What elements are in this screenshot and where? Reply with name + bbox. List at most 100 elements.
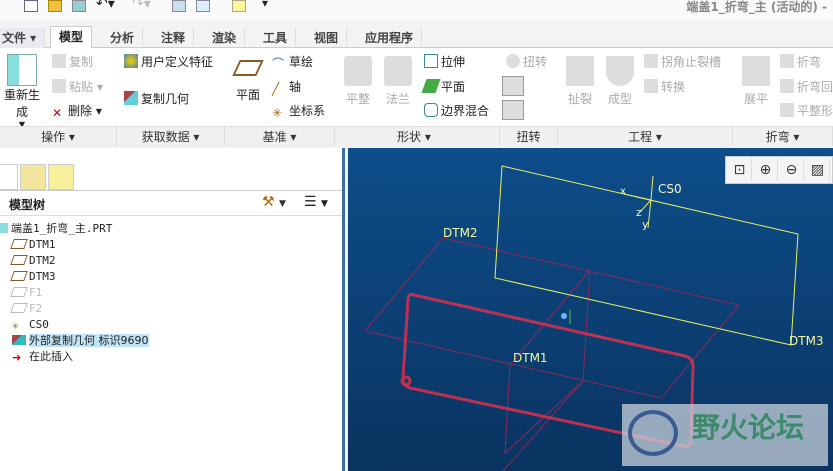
tree-item-dtm2[interactable]: DTM2 (10, 253, 56, 269)
csys-button[interactable]: ✳ 坐标系 (272, 103, 325, 120)
window-title: 端盖1_折弯_主 (活动的) - (686, 0, 827, 14)
tab-applications[interactable]: 应用程序 (357, 28, 423, 48)
twist-icon (506, 54, 520, 68)
dtm2-label: DTM2 (443, 226, 478, 240)
model-tree-tab-icon[interactable] (0, 164, 18, 190)
watermark-logo-icon (628, 410, 678, 456)
model-tree-header: 模型树 ⚒ ▼ ☰ ▼ (0, 190, 342, 216)
tab-file[interactable]: 文件 ▾ (0, 28, 46, 48)
group-twist: 扭转 (500, 126, 558, 146)
flange-icon (384, 56, 412, 86)
flat-wall-button[interactable]: 平整 (340, 56, 376, 107)
plane-icon (232, 60, 264, 76)
show-options-icon[interactable]: ☰ ▼ (304, 194, 328, 210)
twist-tool-1-icon[interactable] (502, 76, 524, 96)
regenerate-icon (7, 54, 37, 86)
tree-item-f2[interactable]: F2 (10, 301, 42, 317)
graphics-window[interactable]: CS0 x z y DTM2 DTM1 DTM3 ⊡ ⊕ ⊖ ▨ 野火论坛 ww… (348, 148, 833, 471)
zoom-out-icon[interactable]: ⊖ (780, 159, 804, 181)
zoom-in-icon[interactable]: ⊕ (754, 159, 778, 181)
flatten-form-button[interactable]: 平整形 (780, 103, 833, 119)
tree-item-dtm1[interactable]: DTM1 (10, 237, 56, 253)
copy-geometry-icon (12, 335, 26, 345)
axis-button[interactable]: ╱ 轴 (272, 79, 301, 96)
tab-tools[interactable]: 工具 (255, 28, 297, 48)
tree-item-part[interactable]: 端盖1_折弯_主.PRT (0, 221, 112, 237)
tab-annotate[interactable]: 注释 (153, 28, 195, 48)
group-operations[interactable]: 操作 ▾ (0, 126, 117, 146)
flat-wall-icon (344, 56, 372, 86)
group-engineering[interactable]: 工程 ▾ (558, 126, 733, 146)
refit-icon[interactable]: ⊡ (728, 159, 752, 181)
rip-icon (566, 56, 594, 86)
unbend-button[interactable]: 展平 (738, 56, 774, 107)
tree-item-cs0[interactable]: ✳ CS0 (12, 317, 49, 333)
dtm1-label: DTM1 (513, 351, 548, 365)
folder-browser-tab-icon[interactable] (20, 164, 46, 190)
close-window-icon[interactable] (232, 0, 246, 12)
tab-analysis[interactable]: 分析 (102, 28, 144, 48)
sketch-button[interactable]: ⌒ 草绘 (272, 54, 313, 71)
convert-button[interactable]: 转换 (644, 79, 685, 95)
udf-button[interactable]: 用户定义特征 (124, 54, 213, 70)
datum-plane-icon (10, 271, 28, 281)
copy-geometry-icon (124, 91, 138, 105)
favorites-tab-icon[interactable] (48, 164, 74, 190)
customize-qat-icon[interactable]: ▾ (262, 0, 268, 10)
tab-render[interactable]: 渲染 (204, 28, 246, 48)
part-icon (0, 223, 8, 233)
redo-icon[interactable]: ↷▾ (132, 0, 151, 12)
copy-geometry-button[interactable]: 复制几何 (124, 91, 189, 107)
twist-tool-2-icon[interactable] (502, 100, 524, 120)
hidden-plane-icon (10, 303, 28, 313)
sketch-icon: ⌒ (272, 57, 285, 71)
twist-button[interactable]: 扭转 (506, 54, 547, 70)
delete-button[interactable]: ✕ 删除 ▾ (52, 103, 102, 120)
extrude-icon (424, 54, 438, 68)
x-axis-label: x (620, 186, 626, 197)
unbend-icon (742, 56, 770, 86)
undo-icon[interactable]: ↶▾ (96, 0, 115, 12)
save-icon[interactable] (72, 0, 86, 12)
datum-plane-icon (10, 239, 28, 249)
form-icon (606, 56, 634, 86)
insert-arrow-icon: ➜ (12, 351, 22, 364)
dtm3-label: DTM3 (789, 334, 824, 348)
flange-button[interactable]: 法兰 (380, 56, 416, 107)
bend-back-button[interactable]: 折弯回 (780, 79, 833, 95)
planar-button[interactable]: 平面 (421, 79, 465, 95)
tree-item-dtm3[interactable]: DTM3 (10, 269, 56, 285)
extrude-button[interactable]: 拉伸 (424, 54, 465, 70)
repaint-icon[interactable]: ▨ (806, 159, 830, 181)
convert-icon (644, 79, 658, 93)
bend-button[interactable]: 折弯 (780, 54, 821, 70)
tree-item-insert-here[interactable]: ➜ 在此插入 (12, 349, 73, 365)
tree-item-external-copy-geom[interactable]: 外部复制几何 标识9690 (12, 333, 149, 349)
dtm2-plane (364, 237, 740, 399)
settings-tools-icon[interactable]: ⚒ ▼ (262, 194, 286, 210)
group-shapes[interactable]: 形状 ▾ (335, 126, 500, 146)
paste-button[interactable]: 粘贴 ▾ (52, 79, 103, 95)
datum-plane-button[interactable]: 平面 (228, 56, 268, 103)
group-get-data[interactable]: 获取数据 ▾ (117, 126, 225, 146)
boundary-blend-button[interactable]: 边界混合 (424, 103, 489, 119)
group-datum[interactable]: 基准 ▾ (225, 126, 335, 146)
rip-button[interactable]: 扯裂 (562, 56, 598, 107)
form-button[interactable]: 成型 (602, 56, 638, 107)
group-bend[interactable]: 折弯 ▾ (733, 126, 833, 146)
new-file-icon[interactable] (24, 0, 38, 12)
tab-view[interactable]: 视图 (306, 28, 348, 48)
tree-item-f1[interactable]: F1 (10, 285, 42, 301)
datum-plane-icon (10, 255, 28, 265)
open-icon[interactable] (48, 0, 62, 12)
regenerate-button[interactable]: 重新生成 ▼ (0, 54, 44, 129)
cs0-label: CS0 (658, 182, 682, 196)
copy-button[interactable]: 复制 (52, 54, 93, 70)
tab-model[interactable]: 模型 (50, 26, 93, 48)
origin-marker (561, 313, 567, 319)
windows-icon[interactable] (196, 0, 210, 12)
corner-relief-button[interactable]: 拐角止裂槽 (644, 54, 721, 70)
boundary-blend-icon (424, 103, 438, 117)
model-tree-title: 模型树 (9, 198, 46, 212)
regenerate-icon[interactable] (172, 0, 186, 12)
